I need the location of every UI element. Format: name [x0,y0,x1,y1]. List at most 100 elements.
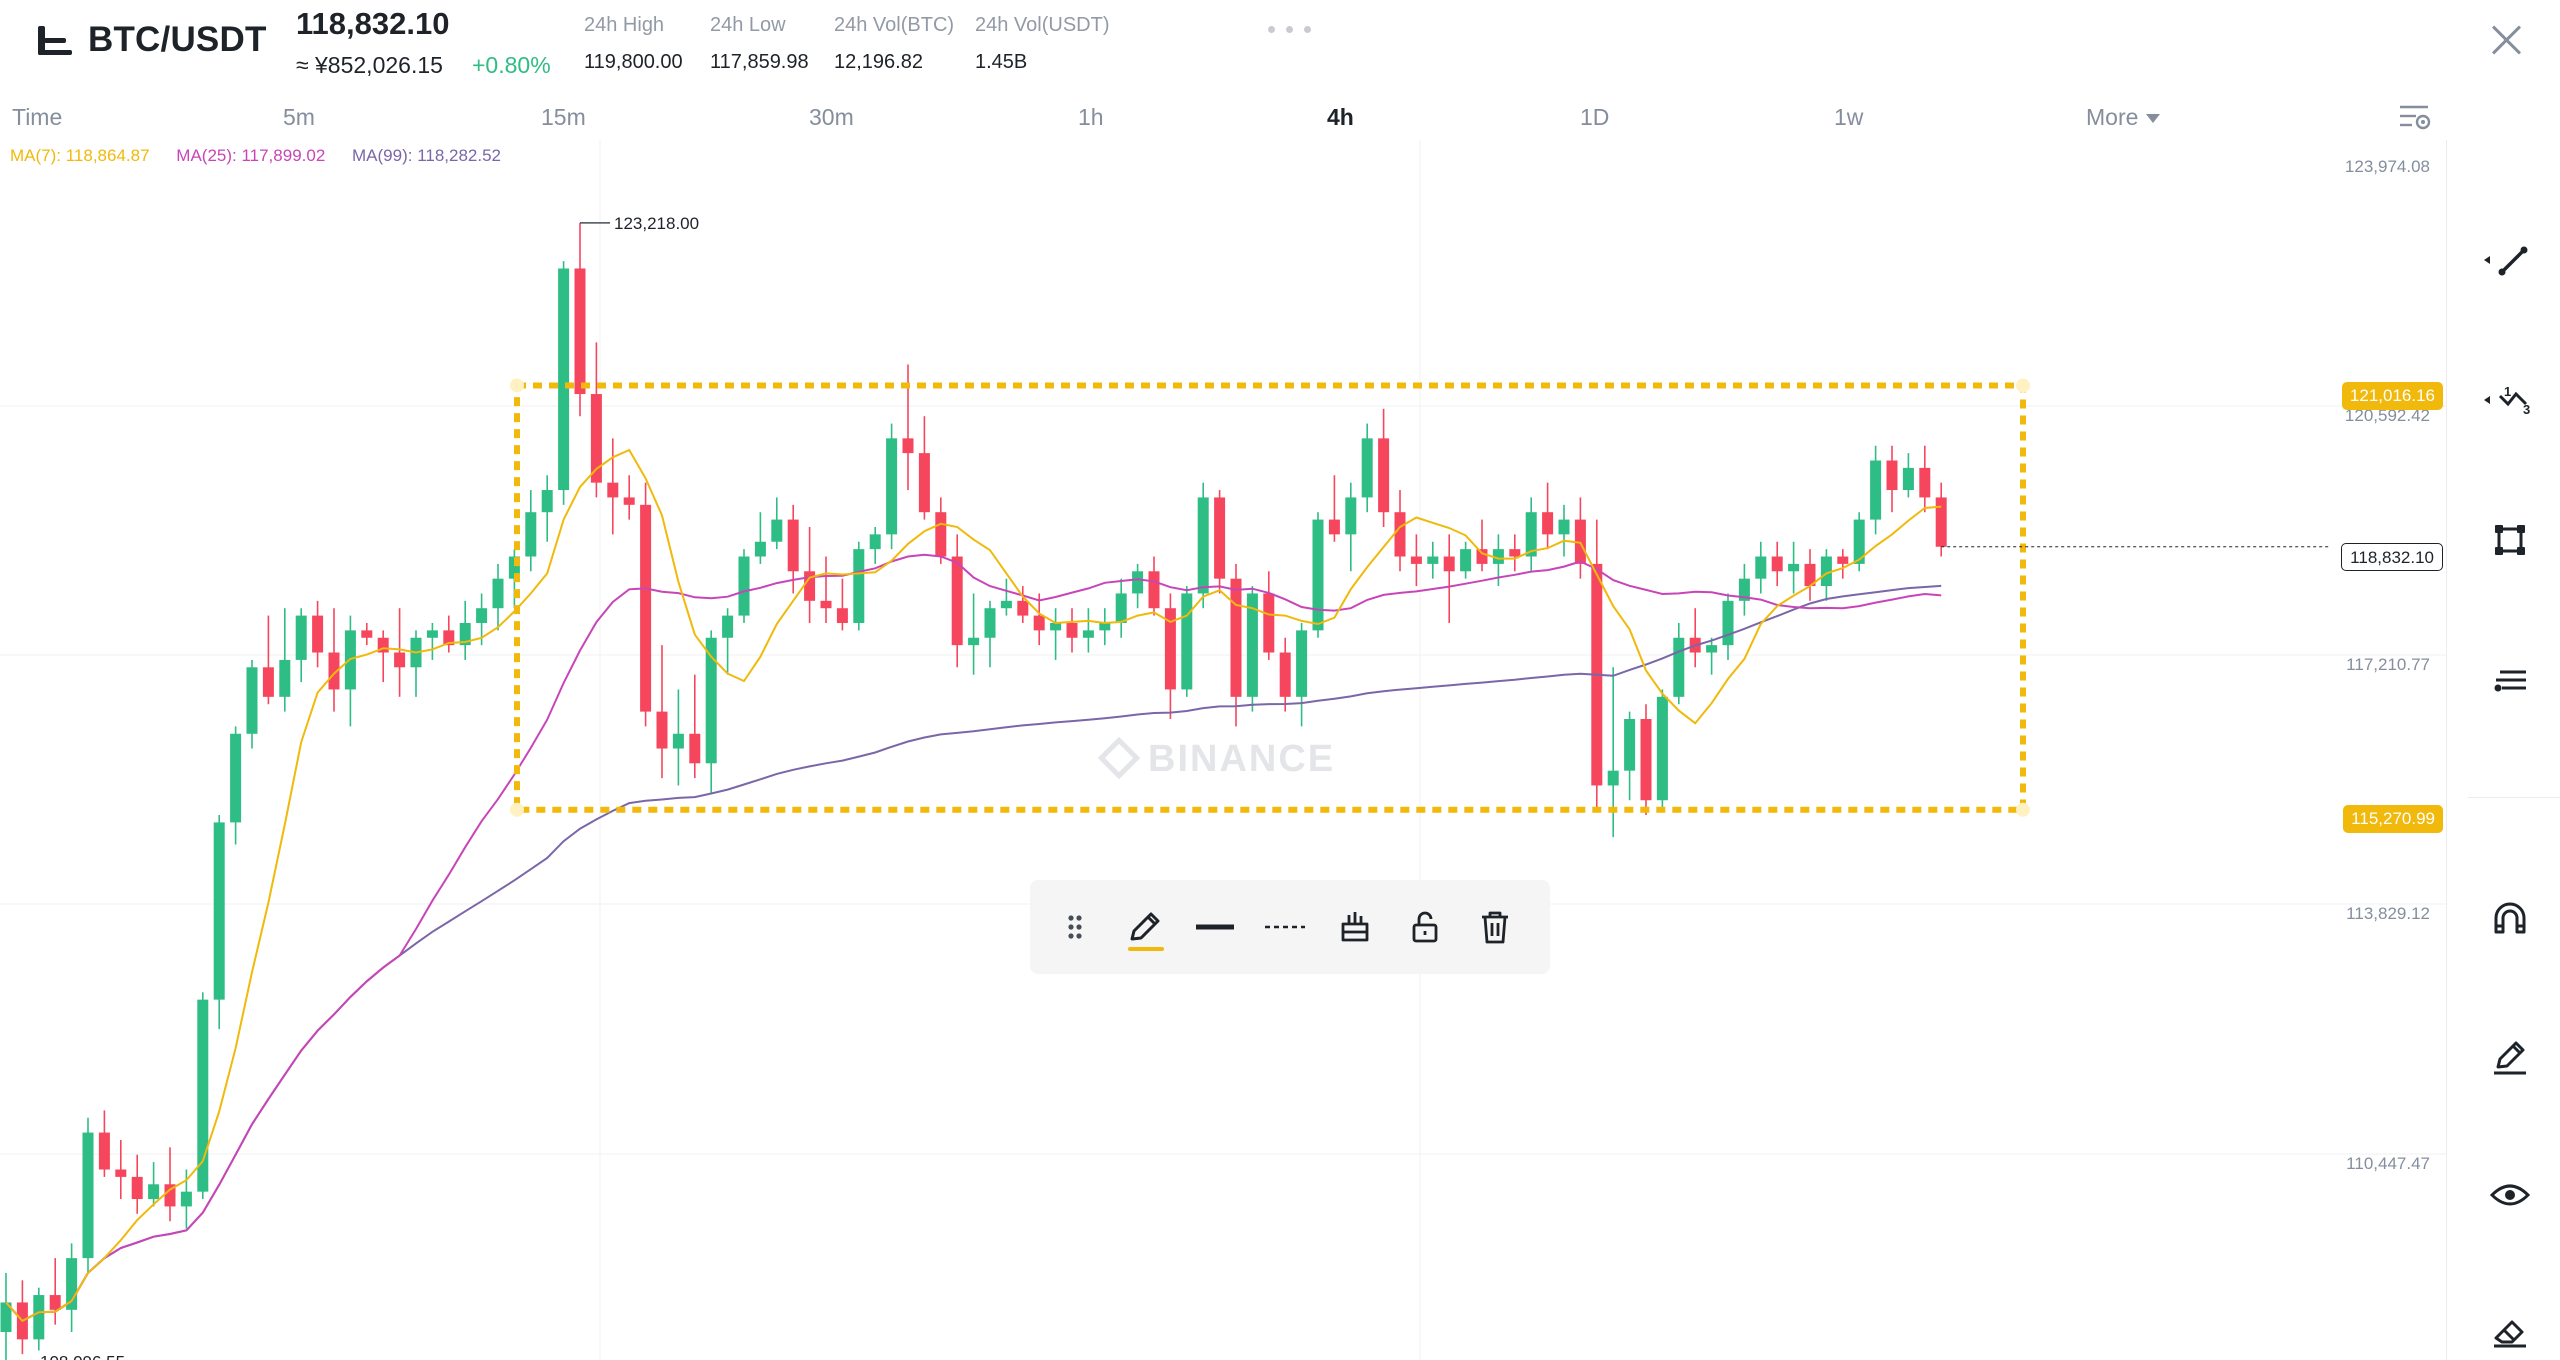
stat-24h-high: 24h High 119,800.00 [584,14,683,74]
interval-bar: Time 5m 15m 30m 1h 4h 1D 1w More [0,96,2440,140]
pencil-icon[interactable] [1120,902,1170,952]
current-price-tag: 118,832.10 [2341,543,2443,571]
candle-down [1509,549,1521,557]
visibility-icon[interactable] [2480,1165,2540,1225]
candle-up [853,549,865,623]
brush-icon[interactable] [2480,1027,2540,1087]
candle-down [689,733,701,764]
close-icon[interactable] [2486,20,2526,60]
fill-bucket-icon[interactable] [1330,902,1380,952]
stat-24h-low: 24h Low 117,859.98 [710,14,809,74]
candle-down [1476,549,1488,564]
candle-up [1673,637,1685,697]
candle-up [1755,556,1767,579]
candle-up [1706,645,1718,653]
interval-more[interactable]: More [2086,104,2161,131]
chevron-down-icon [2146,114,2161,124]
trend-line-icon[interactable] [2480,230,2540,290]
ma7-line [5,448,1942,1323]
chart-settings-icon[interactable] [2398,102,2432,132]
stat-label: 24h Low [710,14,786,36]
candle-up [672,733,684,749]
interval-1h[interactable]: 1h [1078,104,1104,131]
candle-down [1017,600,1029,616]
stat-value: 1.45B [975,51,1028,73]
rectangle-tool-icon[interactable] [2480,510,2540,570]
more-dots-icon[interactable] [1268,26,1312,34]
stat-value: 117,859.98 [710,51,809,73]
candle-up [476,608,488,623]
last-price: 118,832.10 [296,6,450,41]
symbol-title[interactable]: BTC/USDT [88,20,267,60]
fib-tool-icon[interactable]: 13 [2480,370,2540,430]
candle-up [1197,497,1209,594]
candle-up [886,438,898,535]
interval-5m[interactable]: 5m [283,104,315,131]
binance-watermark: BINANCE [1097,736,1335,781]
candle-down [656,711,668,749]
interval-1w[interactable]: 1w [1834,104,1863,131]
candle-up [180,1191,192,1207]
indicators-icon[interactable] [2480,650,2540,710]
line-solid-icon[interactable] [1190,902,1240,952]
candle-up [754,541,766,557]
candle-down [98,1132,110,1170]
rectangle-handle [510,802,524,817]
candle-up [148,1184,160,1200]
candle-up [771,519,783,542]
candle-down [361,630,373,638]
high-price-label: 123,218.00 [614,214,699,233]
candle-down [607,482,619,498]
candle-up [1000,600,1012,609]
candle-down [1263,593,1275,653]
price-cny: ≈ ¥852,026.15 [296,52,443,78]
candle-up [722,615,734,638]
drag-handle-icon[interactable] [1050,902,1100,952]
line-dashed-icon[interactable] [1260,902,1310,952]
rectangle-handle [2016,378,2030,393]
candle-down [935,512,947,557]
candle-up [738,556,750,616]
stat-label: 24h Vol(BTC) [834,14,955,36]
candle-up [230,733,242,823]
interval-1d[interactable]: 1D [1580,104,1609,131]
candle-up [246,667,258,734]
interval-30m[interactable]: 30m [809,104,854,131]
rectangle-handle [510,378,524,393]
trash-icon[interactable] [1470,902,1520,952]
price-change: +0.80% [472,52,551,78]
interval-time[interactable]: Time [12,104,62,131]
candle-down [1279,652,1291,697]
candle-up [279,659,291,697]
candle-up [213,822,225,1000]
stat-label: 24h High [584,14,665,36]
svg-text:3: 3 [2523,402,2530,417]
candle-up [1050,622,1062,631]
candle-up [1132,571,1144,594]
eraser-icon[interactable] [2480,1300,2540,1360]
price-axis-tick: 123,974.08 [2344,157,2430,176]
candle-up [525,512,537,557]
unlock-icon[interactable] [1400,902,1450,952]
candle-up [1624,718,1636,771]
candle-down [1328,519,1340,535]
drawing-toolbar [1030,880,1550,974]
candle-down [1640,718,1652,801]
candle-up [1361,438,1373,498]
candle-down [1410,556,1422,564]
candle-down [1033,615,1045,631]
magnet-icon[interactable] [2480,888,2540,948]
candle-up [1870,460,1882,520]
candle-up [1460,549,1472,572]
candle-up [1312,519,1324,631]
candle-up [541,490,553,513]
candle-down [1378,438,1390,513]
interval-15m[interactable]: 15m [541,104,586,131]
candle-up [295,615,307,660]
stat-24h-vol-usdt: 24h Vol(USDT) 1.45B [975,14,1110,74]
right-toolbar-separator [2468,797,2560,798]
menu-icon[interactable] [38,26,72,56]
price-axis-tick: 110,447.47 [2346,1154,2430,1173]
interval-4h[interactable]: 4h [1327,104,1354,131]
candle-up [1082,630,1094,638]
